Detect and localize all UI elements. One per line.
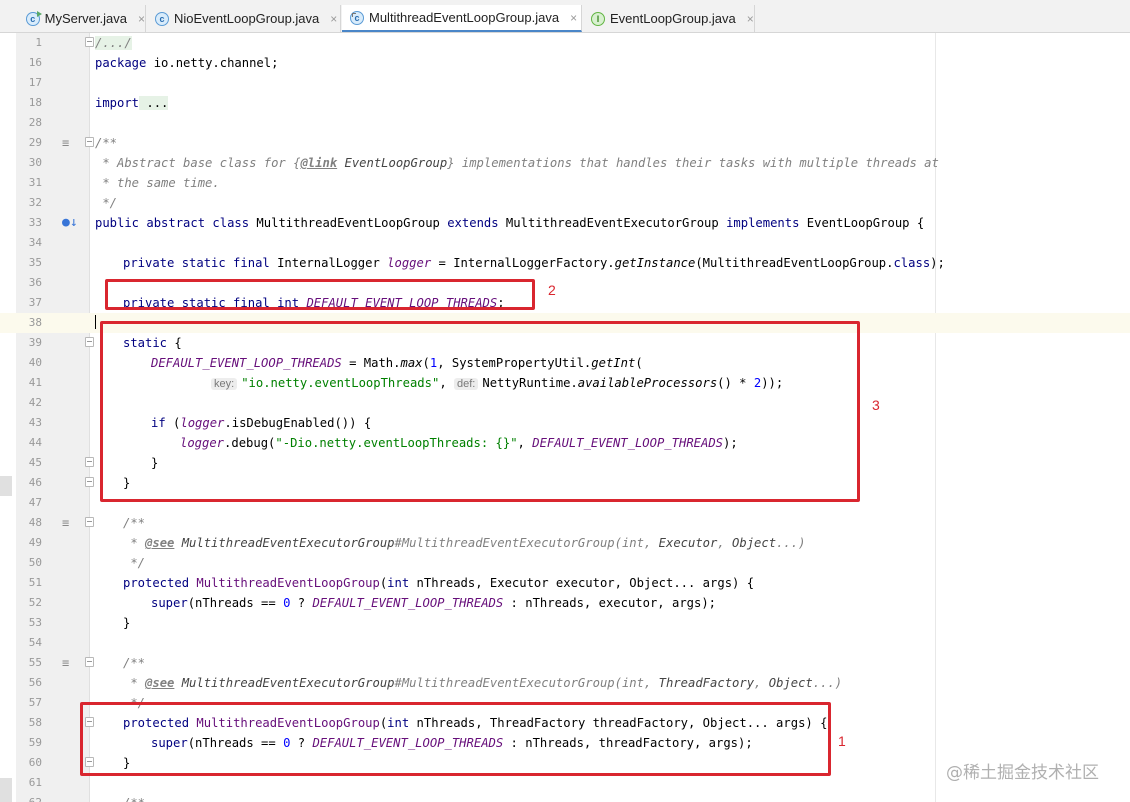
line-number: 1 xyxy=(35,36,42,49)
code-line: 30 * Abstract base class for {@link Even… xyxy=(0,153,1130,173)
line-number: 44 xyxy=(28,436,42,449)
line-number: 16 xyxy=(28,56,42,69)
annotation-box-3 xyxy=(100,321,860,502)
line-number: 60 xyxy=(28,756,42,769)
code-line: 28 xyxy=(0,113,1130,133)
line-number: 51 xyxy=(28,576,42,589)
fold-icon[interactable] xyxy=(85,337,94,347)
line-number: 45 xyxy=(28,456,42,469)
code-line: 32 */ xyxy=(0,193,1130,213)
line-number: 29 xyxy=(28,136,42,149)
close-icon[interactable]: × xyxy=(138,12,145,26)
line-number: 43 xyxy=(28,416,42,429)
annotation-label-2: 2 xyxy=(548,282,556,298)
line-number: 31 xyxy=(28,176,42,189)
code-line: 1 /.../ xyxy=(0,33,1130,53)
fold-icon[interactable] xyxy=(85,477,94,487)
code-line: 49 * @see MultithreadEventExecutorGroup#… xyxy=(0,533,1130,553)
tab-label: EventLoopGroup.java xyxy=(610,11,736,26)
code-line: 51 protected MultithreadEventLoopGroup(i… xyxy=(0,573,1130,593)
folded-region[interactable]: /.../ xyxy=(95,36,132,50)
code-line: 62 /** xyxy=(0,793,1130,802)
line-number: 17 xyxy=(28,76,42,89)
close-icon[interactable]: × xyxy=(570,11,577,25)
line-number: 61 xyxy=(28,776,42,789)
implementation-marker-icon[interactable]: ●↓ xyxy=(62,216,78,230)
line-number: 57 xyxy=(28,696,42,709)
tab-label: MyServer.java xyxy=(44,11,127,26)
fold-icon[interactable] xyxy=(85,457,94,467)
render-doc-icon[interactable]: ≡ xyxy=(62,516,69,530)
line-number: 34 xyxy=(28,236,42,249)
code-line: 53 } xyxy=(0,613,1130,633)
line-number: 49 xyxy=(28,536,42,549)
render-doc-icon[interactable]: ≡ xyxy=(62,136,69,150)
annotation-label-3: 3 xyxy=(872,397,880,413)
tab-eventloopgroup[interactable]: I EventLoopGroup.java × xyxy=(583,5,755,32)
close-icon[interactable]: × xyxy=(747,12,754,26)
interface-icon: I xyxy=(591,11,605,26)
line-number: 35 xyxy=(28,256,42,269)
class-runnable-icon: c xyxy=(26,10,42,26)
line-number: 54 xyxy=(28,636,42,649)
annotation-label-1: 1 xyxy=(838,733,846,749)
line-number: 41 xyxy=(28,376,42,389)
text-caret xyxy=(95,315,96,329)
code-line: 54 xyxy=(0,633,1130,653)
line-number: 30 xyxy=(28,156,42,169)
tab-label: NioEventLoopGroup.java xyxy=(174,11,320,26)
line-number: 52 xyxy=(28,596,42,609)
code-line: 34 xyxy=(0,233,1130,253)
code-line: 56 * @see MultithreadEventExecutorGroup#… xyxy=(0,673,1130,693)
line-number: 62 xyxy=(16,795,42,802)
line-number: 59 xyxy=(28,736,42,749)
fold-icon[interactable] xyxy=(85,657,94,667)
line-number: 53 xyxy=(28,616,42,629)
fold-icon[interactable] xyxy=(85,37,94,47)
tab-label: MultithreadEventLoopGroup.java xyxy=(369,10,560,25)
tab-myserver[interactable]: c MyServer.java × xyxy=(18,5,146,32)
line-number: 46 xyxy=(28,476,42,489)
code-line: 17 xyxy=(0,73,1130,93)
line-number: 58 xyxy=(28,716,42,729)
line-number: 28 xyxy=(28,116,42,129)
line-number: 32 xyxy=(28,196,42,209)
folded-imports[interactable]: ... xyxy=(139,96,169,110)
line-number: 42 xyxy=(28,396,42,409)
tab-nioeventloopgroup[interactable]: c NioEventLoopGroup.java × xyxy=(147,5,341,32)
close-icon[interactable]: × xyxy=(330,12,337,26)
code-line: 48 ≡ /** xyxy=(0,513,1130,533)
code-line: 33 ●↓ public abstract class MultithreadE… xyxy=(0,213,1130,233)
line-number: 55 xyxy=(28,656,42,669)
annotation-box-1 xyxy=(80,702,831,776)
code-line: 50 */ xyxy=(0,553,1130,573)
line-number: 36 xyxy=(28,276,42,289)
line-number: 33 xyxy=(28,216,42,229)
code-line: 52 super(nThreads == 0 ? DEFAULT_EVENT_L… xyxy=(0,593,1130,613)
line-number: 37 xyxy=(28,296,42,309)
code-line: 16 package io.netty.channel; xyxy=(0,53,1130,73)
line-number: 39 xyxy=(28,336,42,349)
fold-icon[interactable] xyxy=(85,517,94,527)
code-line: 18 import ... xyxy=(0,93,1130,113)
line-number: 56 xyxy=(28,676,42,689)
watermark: @稀土掘金技术社区 xyxy=(946,763,1099,783)
render-doc-icon[interactable]: ≡ xyxy=(62,656,69,670)
line-number: 47 xyxy=(28,496,42,509)
code-line: 31 * the same time. xyxy=(0,173,1130,193)
fold-icon[interactable] xyxy=(85,137,94,147)
editor-tab-bar: c MyServer.java × c NioEventLoopGroup.ja… xyxy=(0,0,1130,33)
class-icon: c xyxy=(155,11,169,26)
code-line: 55 ≡ /** xyxy=(0,653,1130,673)
code-line: 29 ≡ /** xyxy=(0,133,1130,153)
line-number: 38 xyxy=(28,316,42,329)
line-number: 40 xyxy=(28,356,42,369)
line-number: 18 xyxy=(28,96,42,109)
annotation-box-2 xyxy=(105,279,535,310)
tab-multithreadeventloopgroup[interactable]: c MultithreadEventLoopGroup.java × xyxy=(342,5,582,32)
code-line: 35 private static final InternalLogger l… xyxy=(0,253,1130,273)
line-number: 48 xyxy=(28,516,42,529)
abstract-class-icon: c xyxy=(350,10,364,25)
line-number: 50 xyxy=(28,556,42,569)
